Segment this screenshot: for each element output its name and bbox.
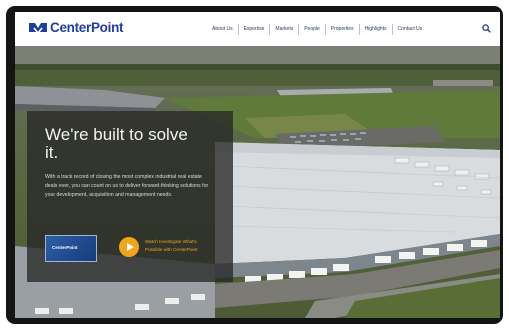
- nav-item-highlights[interactable]: Highlights: [358, 24, 392, 35]
- nav-item-expertise[interactable]: Expertise: [237, 24, 270, 35]
- hero-aerial-photo: We're built to solve it. With a track re…: [15, 46, 500, 318]
- nav-item-properties[interactable]: Properties: [324, 24, 359, 35]
- nav-item-about-us[interactable]: About Us: [207, 24, 238, 35]
- brand-name: CenterPoint: [50, 20, 124, 35]
- nav-item-markets[interactable]: Markets: [269, 24, 298, 35]
- logo[interactable]: CenterPoint: [28, 20, 124, 35]
- hero-title: We're built to solve it.: [45, 125, 188, 162]
- site-header: CenterPoint About Us Expertise Markets P…: [15, 12, 500, 46]
- hero-overlay-card: We're built to solve it. With a track re…: [27, 111, 233, 282]
- nav-item-people[interactable]: People: [298, 24, 325, 35]
- play-icon[interactable]: [119, 237, 139, 257]
- logo-mark-icon: [29, 23, 47, 35]
- video-thumbnail[interactable]: CenterPoint: [45, 235, 97, 262]
- main-nav: About Us Expertise Markets People Proper…: [207, 24, 427, 35]
- hero-description: With a track record of closing the most …: [45, 174, 209, 199]
- nav-item-contact-us[interactable]: Contact Us: [391, 24, 428, 35]
- video-link[interactable]: Watch Investigate What's Possible with C…: [145, 238, 215, 253]
- thumbnail-label: CenterPoint: [52, 245, 78, 250]
- browser-viewport: CenterPoint About Us Expertise Markets P…: [15, 12, 500, 318]
- search-icon[interactable]: [482, 24, 491, 33]
